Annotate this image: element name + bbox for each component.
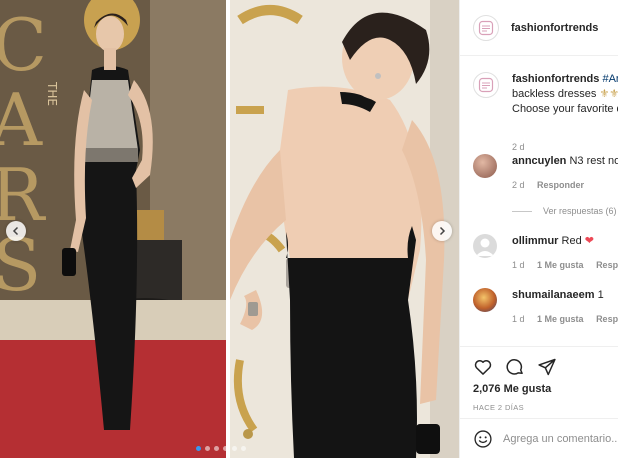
emoji-button[interactable]: [473, 429, 493, 449]
reply-button[interactable]: Responder: [537, 180, 584, 190]
emoji-icon: [474, 429, 492, 448]
comment-time: 1 d: [512, 260, 525, 270]
brand-logo-icon: [478, 77, 494, 93]
comment-likes[interactable]: 1 Me gusta: [537, 314, 584, 324]
comment-body: Red: [561, 235, 582, 247]
carousel-dot: [223, 446, 228, 451]
avatar[interactable]: [473, 234, 497, 258]
comment-meta: 1 d 1 Me gusta Respo: [512, 314, 618, 324]
default-user-icon: [476, 238, 494, 256]
like-button[interactable]: [473, 357, 493, 377]
comment-button[interactable]: [505, 357, 525, 377]
svg-text:C: C: [0, 3, 47, 87]
post-media[interactable]: C A R S THE: [0, 0, 459, 458]
divider: [512, 210, 532, 212]
previous-button[interactable]: [6, 221, 26, 241]
heart-icon: [474, 360, 492, 375]
post-username[interactable]: fashionfortrends: [511, 22, 598, 34]
caption-line: Choose your favorite d: [512, 103, 618, 115]
chevron-left-icon: [12, 226, 19, 236]
comment-likes[interactable]: 1 Me gusta: [537, 260, 584, 270]
comment-text: shumailanaeem 1: [512, 288, 618, 303]
post-time: HACE 2 DÍAS: [473, 403, 525, 412]
post-header: fashionfortrends: [460, 0, 618, 56]
comment-text: ollimmur Red ❤: [512, 234, 618, 249]
avatar[interactable]: [473, 154, 497, 178]
carousel-dot: [241, 446, 246, 451]
comment-username[interactable]: shumailanaeem: [512, 289, 595, 301]
caption-line: backless dresses: [512, 88, 597, 100]
view-replies-label: Ver respuestas (6): [543, 206, 617, 216]
paper-plane-icon: [538, 358, 556, 376]
avatar[interactable]: [473, 72, 499, 98]
avatar[interactable]: [473, 14, 499, 41]
caption-time: 2 d: [512, 142, 525, 152]
svg-text:THE: THE: [45, 81, 59, 106]
caption-text: fashionfortrends #Ann backless dresses ⚜…: [512, 72, 618, 117]
photo-red-carpet: C A R S THE: [0, 0, 226, 458]
photo-backless: [230, 0, 459, 458]
comment-body: N3 rest no: [569, 155, 618, 167]
reply-button[interactable]: Respon: [596, 260, 618, 270]
comment-input[interactable]: [503, 432, 618, 445]
caption-hashtag[interactable]: #Ann: [602, 73, 618, 85]
reply-button[interactable]: Respo: [596, 314, 618, 324]
comment-text: anncuylen N3 rest no: [512, 154, 618, 169]
avatar[interactable]: [473, 288, 497, 312]
comment-meta: 1 d 1 Me gusta Respon: [512, 260, 618, 270]
carousel-dot: [232, 446, 237, 451]
share-button[interactable]: [537, 357, 557, 377]
carousel-dot: [214, 446, 219, 451]
add-comment-bar: [460, 418, 618, 458]
comment-username[interactable]: anncuylen: [512, 155, 566, 167]
next-button[interactable]: [432, 221, 452, 241]
carousel-dot: [205, 446, 210, 451]
chevron-right-icon: [439, 226, 446, 236]
post-sidebar: fashionfortrends fashionfortrends #Ann b…: [459, 0, 618, 458]
comment-time: 2 d: [512, 180, 525, 190]
post-actions: 2,076 Me gusta HACE 2 DÍAS: [460, 346, 618, 418]
svg-text:A: A: [0, 78, 43, 162]
carousel-dot: [196, 446, 201, 451]
comment-time: 1 d: [512, 314, 525, 324]
view-replies-button[interactable]: Ver respuestas (6): [512, 206, 617, 216]
comments-list: fashionfortrends #Ann backless dresses ⚜…: [460, 56, 618, 346]
action-icons: [473, 357, 557, 377]
caption-username[interactable]: fashionfortrends: [512, 73, 599, 85]
likes-count[interactable]: 2,076 Me gusta: [473, 383, 551, 395]
comment-icon: [506, 359, 523, 375]
red-heart-emoji-icon: ❤: [584, 235, 594, 247]
brand-logo-icon: [478, 20, 494, 35]
comment-username[interactable]: ollimmur: [512, 235, 558, 247]
fleur-de-lis-icon: ⚜⚜: [599, 88, 618, 100]
comment-body: 1: [597, 289, 604, 301]
comment-meta: 2 d Responder: [512, 180, 584, 190]
carousel-indicator: [196, 446, 246, 451]
